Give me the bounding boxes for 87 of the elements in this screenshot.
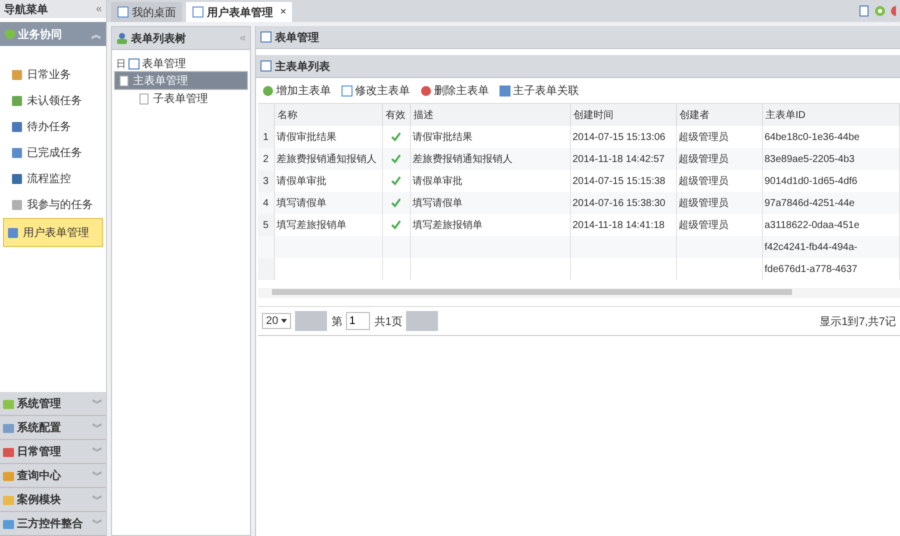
tab[interactable]: 用户表单管理 ×	[186, 2, 292, 22]
table-cell: 2014-07-15 15:15:38	[572, 176, 666, 186]
tree-node[interactable]: 子表单管理	[114, 90, 248, 107]
page-icon[interactable]	[858, 5, 870, 17]
row-number: 3	[262, 176, 269, 186]
nav-item[interactable]: 用户表单管理	[3, 218, 103, 247]
table-cell: 2014-11-18 14:42:57	[572, 154, 665, 164]
nav-item[interactable]: 未认领任务	[3, 88, 103, 113]
table-cell: 83e89ae5-2205-4b3	[764, 154, 855, 164]
panel-title: 表单管理	[275, 30, 319, 44]
page-total: 共1页	[374, 314, 402, 328]
table-cell: 请假单审批	[276, 176, 326, 187]
table-icon	[499, 84, 511, 96]
column-header[interactable]: 创建时间	[570, 104, 676, 126]
table-cell: 2014-07-16 15:38:30	[572, 198, 666, 208]
grid-title: 主表单列表	[275, 60, 330, 74]
column-header[interactable]: 主表单ID	[762, 104, 900, 126]
table-cell: 97a7846d-4251-44e	[764, 198, 855, 208]
table-cell: 填写差旅报销单	[276, 220, 346, 231]
table-cell: 填写请假单	[276, 198, 326, 209]
nav-item[interactable]: 流程监控	[3, 166, 103, 191]
column-header[interactable]: 有效	[382, 104, 410, 126]
nav-item[interactable]: 待办任务	[3, 114, 103, 139]
shield-icon	[4, 28, 16, 40]
pencil-icon	[341, 84, 353, 96]
link-button[interactable]: 主子表单关联	[497, 82, 581, 99]
row-number: 5	[262, 220, 269, 230]
table-cell: fde676d1-a778-4637	[764, 264, 858, 274]
tree-node[interactable]: 日 表单管理	[112, 50, 250, 71]
form-icon	[260, 31, 272, 43]
page-icon	[138, 92, 150, 104]
nav-group[interactable]: 系统配置 ︾	[0, 416, 106, 440]
row-number: 1	[262, 132, 269, 142]
form-icon	[128, 58, 140, 70]
table-cell: 2014-07-15 15:13:06	[572, 132, 666, 142]
table-cell: 64be18c0-1e36-44be	[764, 132, 860, 142]
nav-group[interactable]: 查询中心 ︾	[0, 464, 106, 488]
nav-title: 导航菜单	[4, 2, 48, 16]
nav-item[interactable]: 我参与的任务	[3, 192, 103, 217]
table-cell: 填写差旅报销单	[412, 220, 482, 231]
nav-item[interactable]: 日常业务	[3, 62, 103, 87]
add-button[interactable]: 增加主表单	[260, 82, 333, 99]
table-cell: 超级管理员	[678, 154, 728, 165]
tab[interactable]: 我的桌面	[111, 2, 182, 22]
caret-icon	[281, 319, 288, 324]
nav-group[interactable]: 日常管理 ︾	[0, 440, 106, 464]
scrollbar-thumb[interactable]	[272, 289, 792, 295]
nav-item[interactable]: 已完成任务	[3, 140, 103, 165]
table-cell: f42c4241-fb44-494a-	[764, 242, 858, 252]
page-icon	[118, 74, 130, 86]
table-cell: 9014d1d0-1d65-4df6	[764, 176, 858, 186]
column-header[interactable]: 描述	[410, 104, 570, 126]
table-cell: 超级管理员	[678, 176, 728, 187]
page-icon	[192, 6, 204, 18]
panel-title: 表单列表树	[131, 32, 186, 46]
circle-icon	[262, 84, 274, 96]
circle-icon	[420, 84, 432, 96]
form-icon	[260, 60, 272, 72]
table-cell: 请假审批结果	[276, 132, 336, 143]
nav-group[interactable]: 案例模块 ︾	[0, 488, 106, 512]
table-cell: 2014-11-18 14:41:18	[572, 220, 665, 230]
table-cell: 超级管理员	[678, 220, 728, 231]
nav-group[interactable]: 三方控件整合 ︾	[0, 512, 106, 536]
table-cell: 超级管理员	[678, 132, 728, 143]
page-input[interactable]: 1	[346, 312, 370, 330]
page-icon	[117, 6, 129, 18]
section-title: 业务协同	[18, 28, 62, 42]
page-label: 第	[331, 314, 342, 328]
column-header[interactable]: 创建者	[676, 104, 762, 126]
column-header[interactable]: 名称	[274, 104, 382, 126]
user-icon	[116, 32, 128, 44]
table-cell: 请假审批结果	[412, 132, 472, 143]
table-cell: a3118622-0daa-451e	[764, 220, 860, 230]
table-cell: 差旅费报销通知报销人	[276, 154, 376, 165]
page-size-select[interactable]: 20	[262, 313, 292, 329]
row-number: 2	[262, 154, 269, 164]
table-cell: 请假单审批	[412, 176, 462, 187]
table-cell: 超级管理员	[678, 198, 728, 209]
row-number: 4	[262, 198, 269, 208]
table-cell: 差旅费报销通知报销人	[412, 154, 512, 165]
edit-button[interactable]: 修改主表单	[339, 82, 412, 99]
delete-button[interactable]: 删除主表单	[418, 82, 491, 99]
page-info: 显示1到7,共7记	[820, 314, 896, 328]
expand-toggle[interactable]: 日	[116, 56, 126, 70]
tree-node[interactable]: 主表单管理	[114, 71, 248, 90]
nav-group[interactable]: 系统管理 ︾	[0, 392, 106, 416]
table-cell: 填写请假单	[412, 198, 462, 209]
